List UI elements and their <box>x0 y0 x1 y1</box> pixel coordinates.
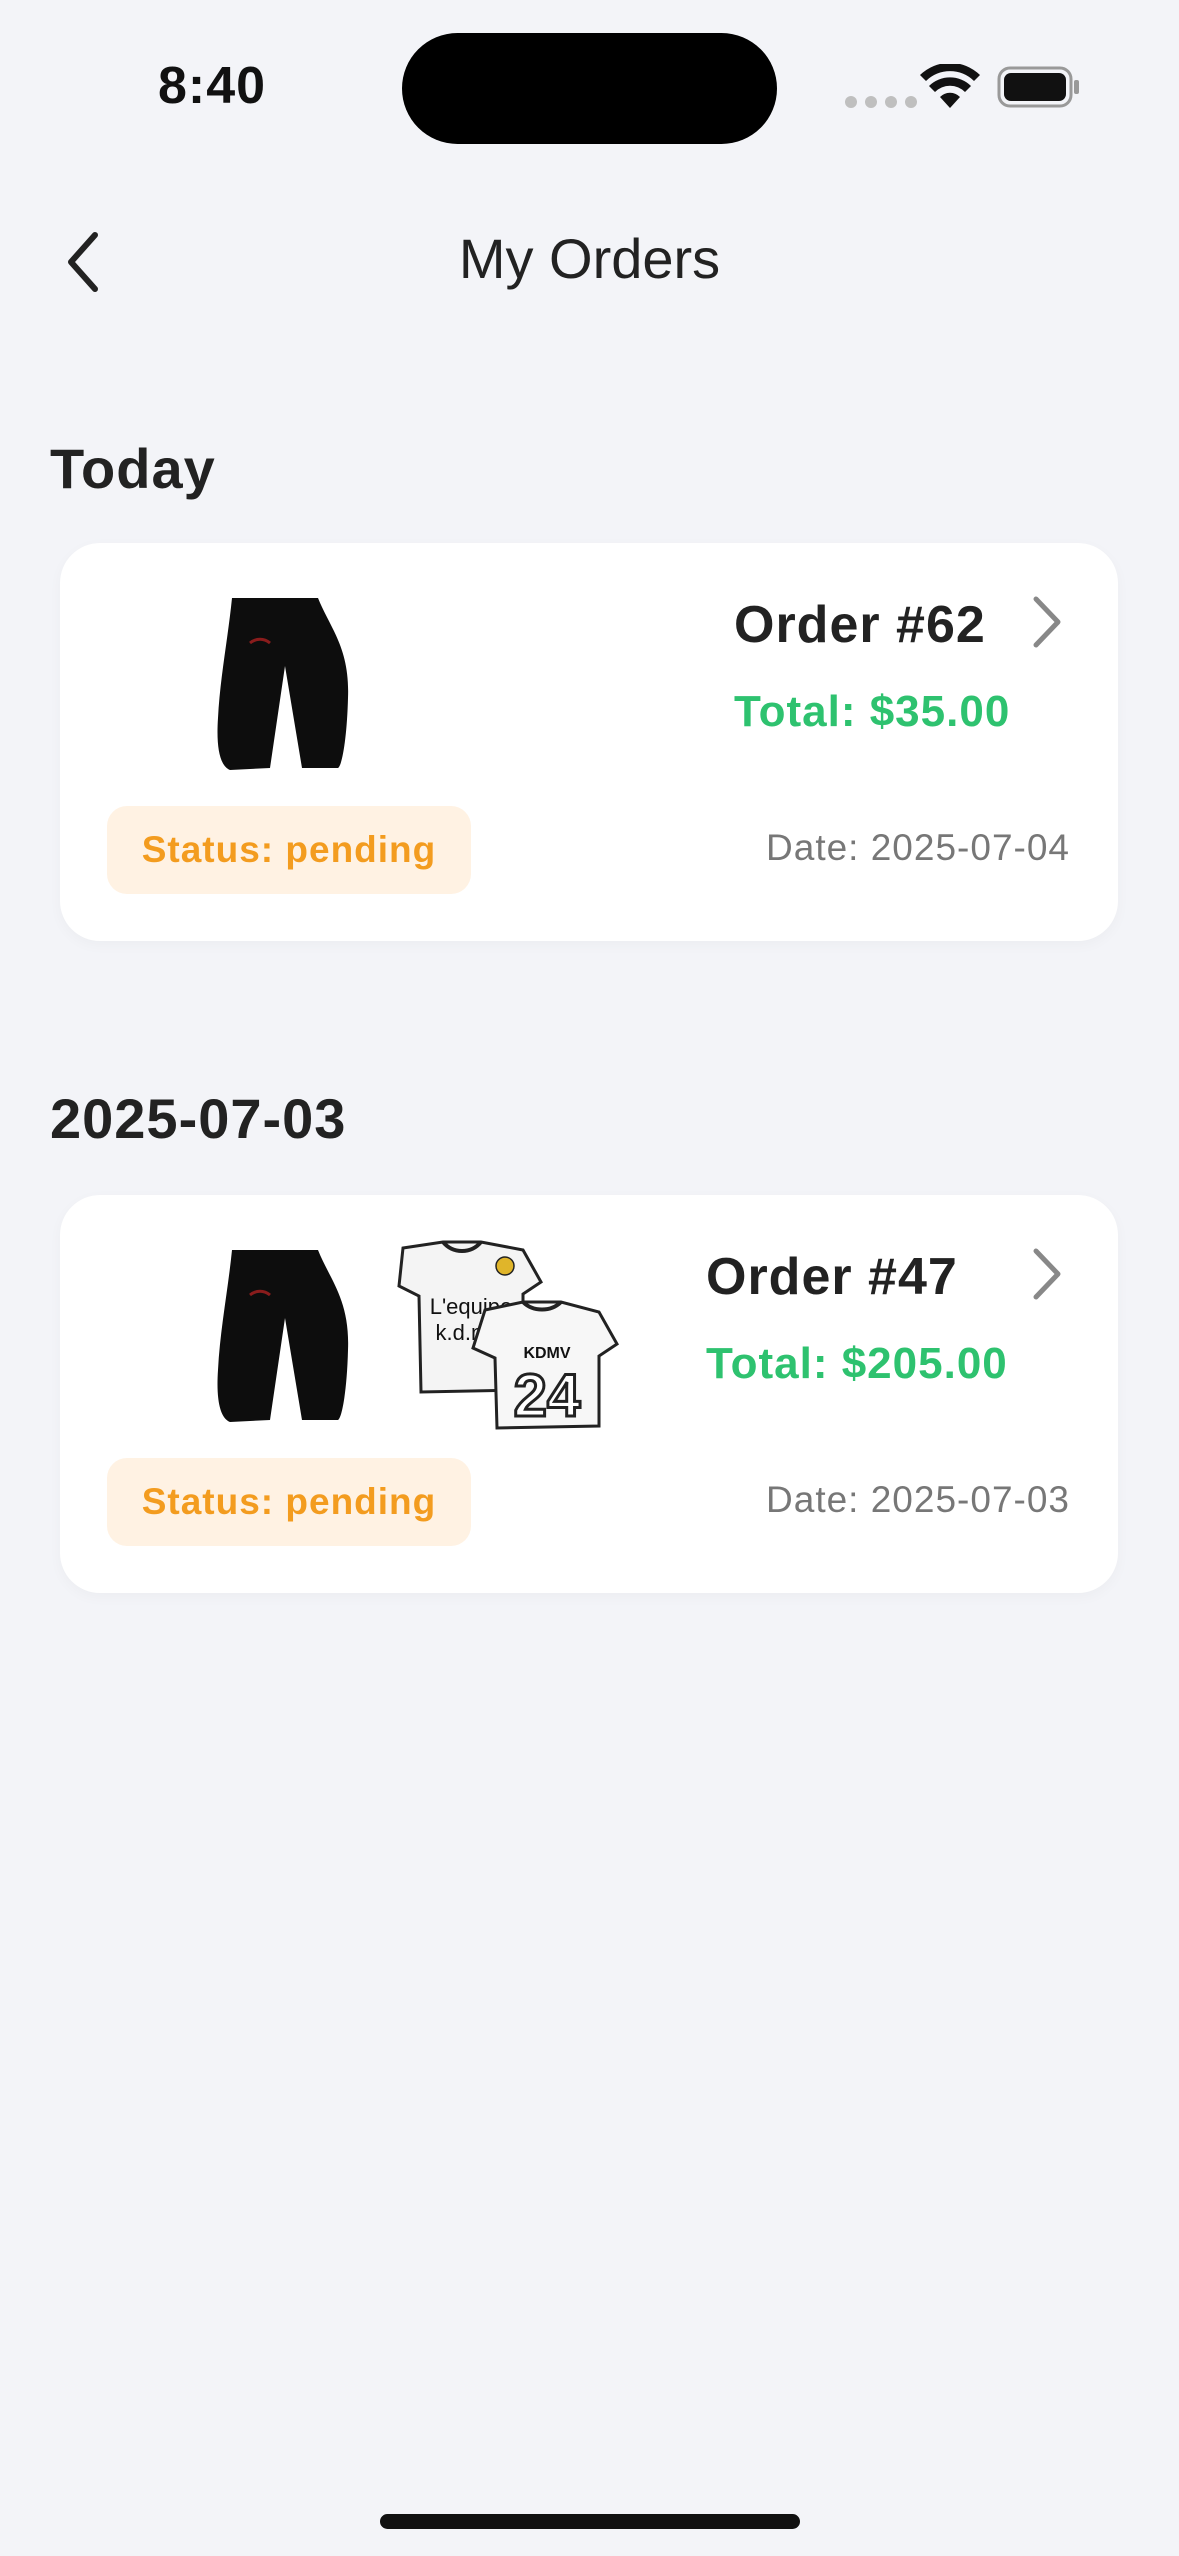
jersey-back-name: KDMV <box>523 1345 570 1362</box>
order-total: Total: $205.00 <box>706 1339 1008 1388</box>
order-number: Order #47 <box>706 1248 958 1306</box>
jersey-back-number: 24 <box>514 1362 581 1429</box>
status-time: 8:40 <box>158 57 267 115</box>
order-date: Date: 2025-07-03 <box>766 1479 1070 1520</box>
cellular-signal-icon <box>845 96 917 108</box>
status-text: Status: pending <box>141 1481 437 1522</box>
home-indicator[interactable] <box>380 2514 800 2529</box>
status-text: Status: pending <box>141 829 437 870</box>
wifi-icon <box>920 64 980 108</box>
order-number: Order #62 <box>734 596 986 654</box>
section-header-date: 2025-07-03 <box>50 1087 347 1150</box>
battery-icon <box>997 66 1079 108</box>
chevron-right-icon <box>1033 1248 1061 1300</box>
order-date: Date: 2025-07-04 <box>766 827 1070 868</box>
screen: 8:40 My Orders Today Order #62 Total: $3… <box>0 0 1179 2556</box>
chevron-right-icon <box>1033 596 1061 648</box>
black-pants-thumbnail <box>217 1250 349 1422</box>
order-total: Total: $35.00 <box>734 687 1011 736</box>
black-pants-thumbnail <box>217 598 349 770</box>
status-badge: Status: pending <box>107 806 471 894</box>
dynamic-island <box>402 33 777 144</box>
section-header-today: Today <box>50 437 216 500</box>
page-title: My Orders <box>458 227 721 290</box>
status-badge: Status: pending <box>107 1458 471 1546</box>
order-card[interactable]: Order #62 Total: $35.00 Status: pending … <box>60 543 1118 941</box>
football-jersey-thumbnail: L'equipe k.d.m.v KDMV 24 <box>397 1240 619 1430</box>
order-card[interactable]: L'equipe k.d.m.v KDMV 24 Order #47 Total… <box>60 1195 1118 1593</box>
